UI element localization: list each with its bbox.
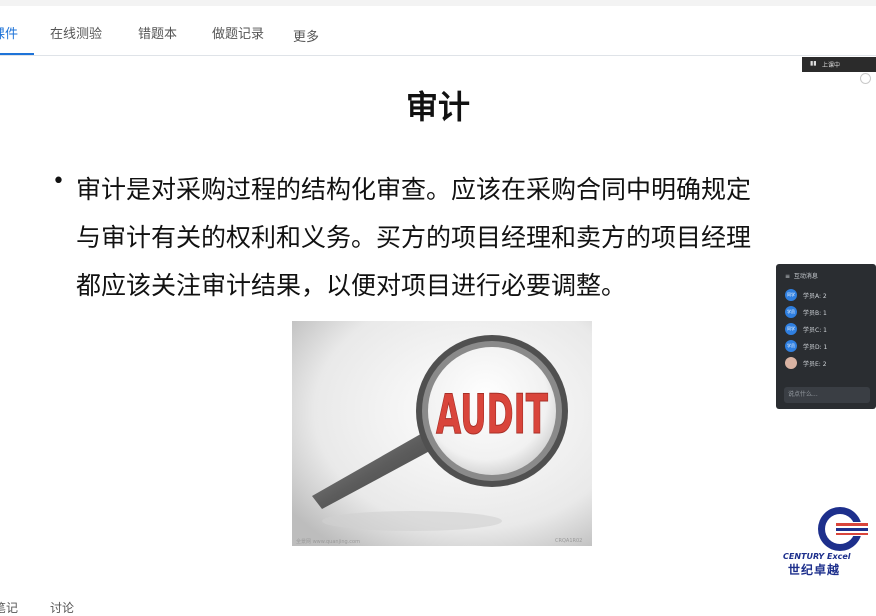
- live-status-label: 上课中: [822, 62, 841, 69]
- chat-message-text: 学员C: 1: [803, 327, 827, 334]
- active-tab-indicator: [0, 53, 34, 55]
- user-avatar: 同学: [785, 323, 797, 335]
- chat-input[interactable]: 说点什么...: [784, 387, 870, 403]
- tab-courseware[interactable]: 课件: [0, 23, 18, 42]
- slide-title: 审计: [405, 88, 470, 126]
- refresh-icon[interactable]: [860, 73, 871, 84]
- image-code: CRQA1R02: [555, 538, 583, 544]
- audit-word: AUDIT: [436, 383, 548, 446]
- tab-discussion[interactable]: 讨论: [50, 599, 74, 616]
- user-avatar: 学员: [785, 306, 797, 318]
- logo-chinese-text: 世纪卓越: [788, 563, 841, 577]
- menu-icon[interactable]: ≡: [785, 273, 790, 280]
- chat-header: ≡ 互动消息: [785, 271, 818, 280]
- tab-practice-records[interactable]: 做题记录: [212, 23, 264, 42]
- user-avatar: 学员: [785, 340, 797, 352]
- logo-english-text: CENTURY Excel: [783, 552, 851, 561]
- chat-message-text: 学员D: 1: [803, 344, 828, 351]
- bullet-point: •: [52, 169, 65, 194]
- tab-online-quiz[interactable]: 在线测验: [50, 23, 102, 42]
- chat-title: 互动消息: [793, 273, 818, 280]
- tab-bar: 课件 在线测验 错题本 做题记录 更多: [0, 6, 876, 56]
- slide-line: 都应该关注审计结果，以便对项目进行必要调整。: [76, 271, 627, 300]
- chat-message-text: 学员E: 2: [803, 361, 827, 368]
- signal-icon: ▮▮: [810, 60, 817, 67]
- user-avatar-photo: [785, 357, 797, 369]
- slide: 审计 • 审计是对采购过程的结构化审查。应该在采购合同中明确规定 与审计有关的权…: [0, 56, 876, 596]
- slide-paragraph: 审计是对采购过程的结构化审查。应该在采购合同中明确规定 与审计有关的权利和义务。…: [76, 166, 836, 310]
- chat-panel: ≡ 互动消息 同学 学员A: 2 学员 学员B: 1 同学 学员C: 1 学员 …: [776, 264, 876, 409]
- tab-notes[interactable]: 笔记: [0, 599, 18, 616]
- chat-message-text: 学员A: 2: [803, 293, 827, 300]
- tab-more[interactable]: 更多: [293, 26, 319, 45]
- slide-line: 与审计有关的权利和义务。买方的项目经理和卖方的项目经理: [76, 223, 752, 252]
- user-avatar: 同学: [785, 289, 797, 301]
- slide-line: 审计是对采购过程的结构化审查。应该在采购合同中明确规定: [76, 175, 752, 204]
- chat-message-text: 学员B: 1: [803, 310, 827, 317]
- tab-wrong-questions[interactable]: 错题本: [138, 23, 177, 42]
- image-watermark: 全景网 www.quanjing.com: [296, 539, 360, 545]
- audit-magnifier-image: AUDIT: [292, 321, 592, 546]
- live-status-bar[interactable]: ▮▮ 上课中: [802, 57, 876, 72]
